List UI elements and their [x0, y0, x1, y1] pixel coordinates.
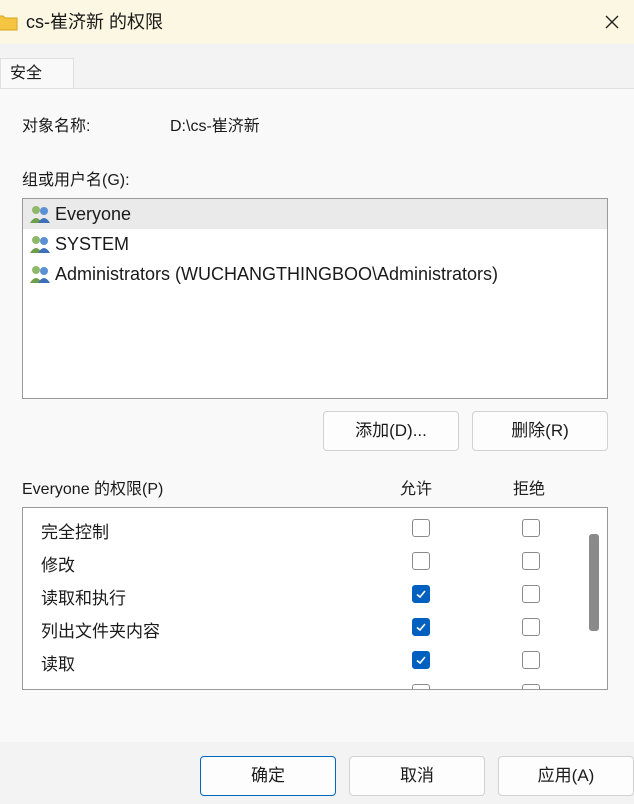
tab-security[interactable]: 安全	[0, 58, 74, 89]
deny-checkbox[interactable]	[522, 552, 540, 570]
allow-checkbox[interactable]	[412, 585, 430, 603]
permission-name: 读取和执行	[41, 589, 126, 608]
group-list-item[interactable]: Administrators (WUCHANGTHINGBOO\Administ…	[23, 259, 607, 289]
permission-row: 读取和执行	[23, 578, 583, 611]
allow-checkbox[interactable]	[412, 552, 430, 570]
title-bar: cs-崔济新 的权限	[0, 0, 634, 44]
tab-bar: 安全	[0, 44, 634, 89]
deny-header: 拒绝	[513, 481, 546, 498]
deny-checkbox[interactable]	[522, 684, 540, 689]
group-list-item[interactable]: Everyone	[23, 199, 607, 229]
cancel-button[interactable]: 取消	[349, 756, 485, 796]
permission-row: 完全控制	[23, 512, 583, 545]
remove-button[interactable]: 删除(R)	[472, 411, 608, 451]
allow-checkbox[interactable]	[412, 618, 430, 636]
allow-checkbox[interactable]	[412, 684, 430, 689]
groups-label: 组或用户名(G):	[22, 172, 130, 189]
checkmark-icon	[416, 623, 426, 632]
deny-checkbox[interactable]	[522, 585, 540, 603]
permissions-label: Everyone 的权限(P)	[22, 481, 164, 498]
permission-row: 读取	[23, 644, 583, 677]
checkmark-icon	[416, 656, 426, 665]
deny-checkbox[interactable]	[522, 519, 540, 537]
security-panel: 对象名称: D:\cs-崔济新 组或用户名(G): Everyone SYSTEM…	[0, 88, 634, 742]
add-button[interactable]: 添加(D)...	[323, 411, 459, 451]
scrollbar-thumb[interactable]	[589, 534, 599, 631]
groups-listbox[interactable]: Everyone SYSTEM Administrators (WUCHANGTHI…	[22, 198, 608, 399]
permission-name: 完全控制	[41, 523, 109, 542]
object-name-label: 对象名称:	[22, 118, 91, 135]
group-name: Everyone	[55, 203, 132, 224]
group-list-item[interactable]: SYSTEM	[23, 229, 607, 259]
user-group-icon	[30, 266, 50, 283]
permission-row: 修改	[23, 545, 583, 578]
permission-name: 读取	[41, 655, 75, 674]
permission-name: 列出文件夹内容	[41, 622, 160, 641]
apply-button[interactable]: 应用(A)	[498, 756, 634, 796]
deny-checkbox[interactable]	[522, 618, 540, 636]
permission-name: 写入	[41, 683, 75, 689]
permissions-list[interactable]: 完全控制修改读取和执行列出文件夹内容读取写入	[22, 507, 608, 690]
close-button[interactable]	[590, 0, 634, 44]
group-name: SYSTEM	[55, 233, 130, 254]
permission-row: 写入	[23, 677, 583, 689]
permission-row: 列出文件夹内容	[23, 611, 583, 644]
checkmark-icon	[416, 590, 426, 599]
allow-checkbox[interactable]	[412, 651, 430, 669]
deny-checkbox[interactable]	[522, 651, 540, 669]
permissions-scrollbar[interactable]	[581, 508, 607, 689]
user-group-icon	[30, 236, 50, 253]
allow-header: 允许	[400, 481, 433, 498]
close-icon	[605, 15, 619, 29]
ok-button[interactable]: 确定	[200, 756, 336, 796]
folder-icon	[0, 15, 18, 31]
user-group-icon	[30, 206, 50, 223]
dialog-footer: 确定 取消 应用(A)	[0, 742, 634, 804]
group-name: Administrators (WUCHANGTHINGBOO\Administ…	[55, 263, 499, 284]
permission-name: 修改	[41, 556, 75, 575]
allow-checkbox[interactable]	[412, 519, 430, 537]
object-name-value: D:\cs-崔济新	[170, 118, 260, 135]
window-title: cs-崔济新 的权限	[26, 12, 163, 32]
